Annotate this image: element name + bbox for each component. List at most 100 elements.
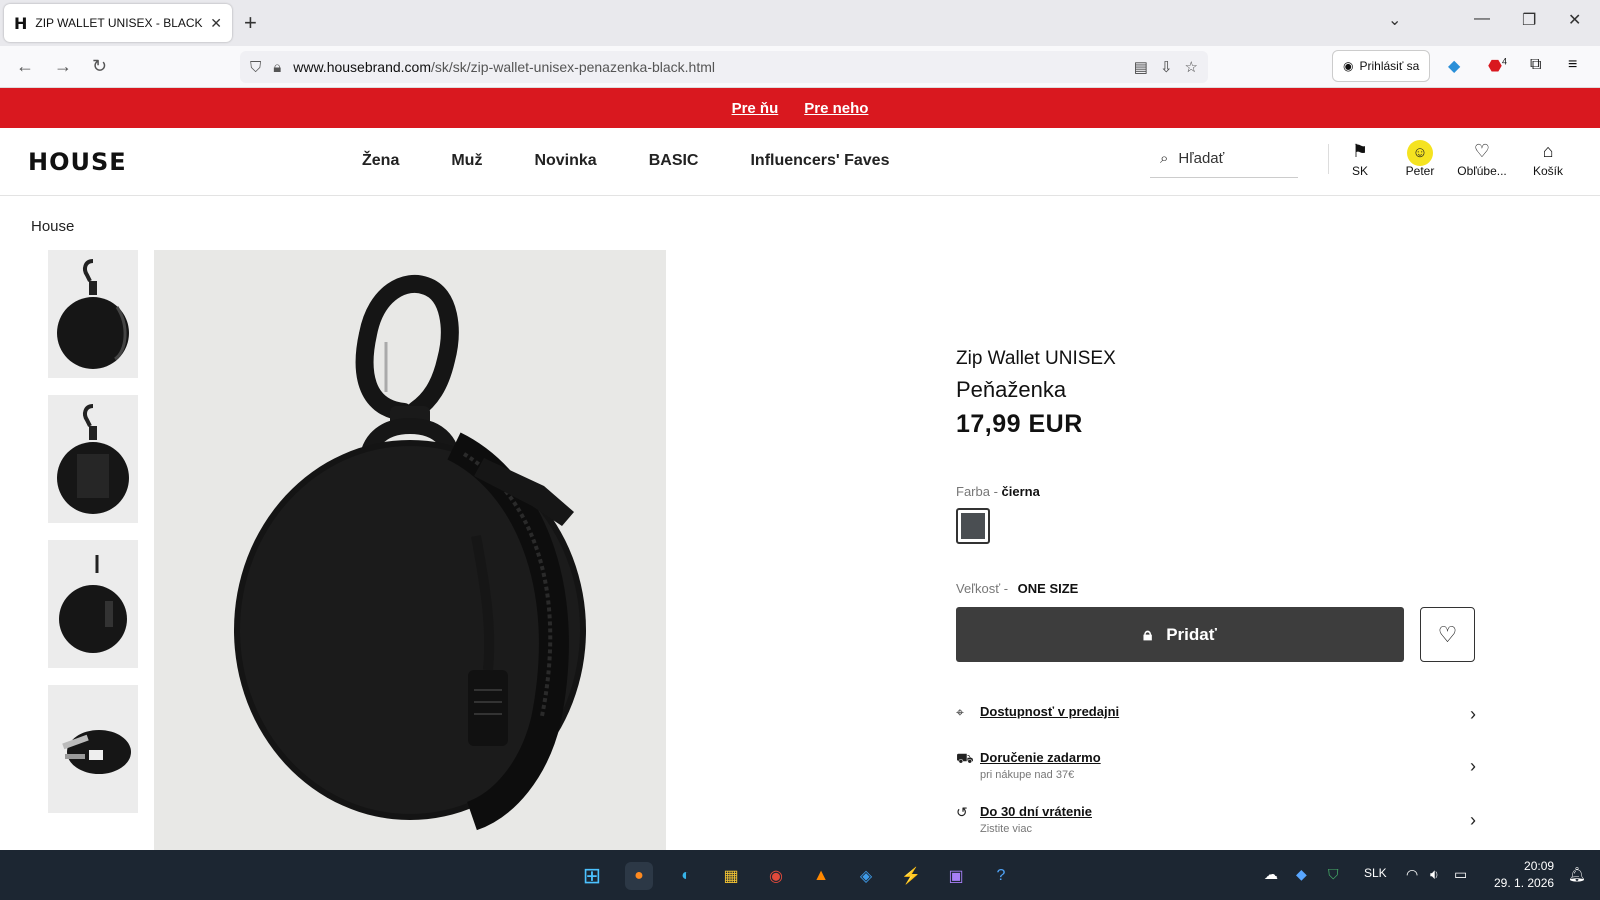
wifi-icon[interactable]: ◠	[1406, 866, 1418, 883]
app-yellow-icon[interactable]: ⚡	[897, 862, 925, 890]
product-thumbnail[interactable]	[48, 395, 138, 523]
edge-icon[interactable]: ◐	[672, 862, 700, 890]
volume-icon[interactable]: 🔉︎	[1430, 866, 1439, 883]
address-bar[interactable]: ⛉ 🔒︎ www.housebrand.com/sk/sk/zip-wallet…	[240, 51, 1208, 83]
site-logo[interactable]: HOUSE	[28, 148, 127, 176]
shopping-bag-icon: 🔒︎	[1143, 624, 1153, 644]
windows-taskbar: ⊞ ● ◐ ▦ ◉ ▲ ◈ ⚡ ▣ ? ☁ ◆ ⛉ SLK ◠ 🔉︎ ▭ 20:…	[0, 850, 1600, 900]
firefox-icon[interactable]: ●	[625, 862, 653, 890]
size-label: Veľkosť - ONE SIZE	[956, 581, 1078, 596]
forward-button[interactable]: →	[54, 56, 72, 77]
free-delivery-link[interactable]: Doručenie zadarmo	[980, 750, 1470, 765]
save-to-pocket-icon[interactable]: ⇩	[1160, 58, 1173, 76]
product-thumbnail[interactable]	[48, 540, 138, 668]
heart-icon: ♡	[1473, 141, 1491, 161]
flag-icon: ⚑	[1351, 141, 1369, 161]
reload-button[interactable]: ↻	[92, 56, 107, 77]
bookmark-star-icon[interactable]: ☆	[1185, 58, 1198, 76]
signin-label: Prihlásiť sa	[1359, 59, 1420, 73]
free-delivery-note: pri nákupe nad 37€	[980, 769, 1075, 781]
security-shield-icon[interactable]: ⛉	[1328, 866, 1339, 883]
search-field[interactable]: ⌕ Hľadať	[1150, 140, 1298, 178]
nav-item-muz[interactable]: Muž	[451, 152, 482, 170]
close-tab-icon[interactable]: ✕	[210, 15, 222, 32]
nav-item-zena[interactable]: Žena	[362, 152, 399, 170]
taskbar-clock[interactable]: 20:09 29. 1. 2026	[1494, 858, 1554, 892]
close-window-button[interactable]: ✕	[1568, 10, 1581, 30]
app-help-icon[interactable]: ?	[987, 862, 1015, 890]
nav-item-novinka[interactable]: Novinka	[534, 152, 596, 170]
chevron-right-icon[interactable]: ›	[1470, 756, 1476, 777]
app-red-icon[interactable]: ◉	[762, 862, 790, 890]
signin-button[interactable]: ◉ Prihlásiť sa	[1332, 50, 1431, 82]
returns-note: Zistite viac	[980, 823, 1032, 835]
main-product-image[interactable]	[154, 250, 666, 850]
swatch-fill	[961, 513, 985, 539]
nav-item-influencers[interactable]: Influencers' Faves	[750, 152, 889, 170]
return-icon: ↺	[956, 804, 968, 820]
returns-row[interactable]: ↺ Do 30 dní vrátenie Zistite viac ›	[956, 804, 1476, 835]
reader-view-icon[interactable]: ▤	[1134, 58, 1148, 76]
chevron-right-icon[interactable]: ›	[1470, 810, 1476, 831]
tray-app-icon[interactable]: ◆	[1296, 866, 1307, 883]
language-selector[interactable]: ⚑ SK	[1330, 140, 1390, 178]
clock-date: 29. 1. 2026	[1494, 876, 1555, 890]
breadcrumb[interactable]: House	[31, 218, 74, 235]
user-label: Peter	[1405, 164, 1435, 178]
product-thumbnail[interactable]	[48, 685, 138, 813]
color-label: Farba - čierna	[956, 484, 1040, 499]
size-label-text: Veľkosť -	[956, 581, 1009, 596]
site-header: HOUSE Žena Muž Novinka BASIC Influencers…	[0, 128, 1600, 196]
lock-icon[interactable]: 🔒︎	[273, 59, 281, 76]
microsoft-store-icon[interactable]: ▦	[717, 862, 745, 890]
language-indicator[interactable]: SLK	[1364, 866, 1387, 880]
store-availability-row[interactable]: ⌖ Dostupnosť v predajni ›	[956, 704, 1476, 725]
wallet-main-image	[154, 250, 666, 850]
user-avatar-icon: ☺	[1407, 140, 1433, 166]
nav-item-basic[interactable]: BASIC	[649, 152, 699, 170]
site-favicon-icon: H	[14, 13, 28, 33]
app-purple-icon[interactable]: ▣	[942, 862, 970, 890]
cloud-icon[interactable]: ☁	[1264, 866, 1278, 883]
tab-list-chevron-icon[interactable]: ⌄	[1388, 10, 1401, 30]
new-tab-button[interactable]: +	[244, 10, 257, 36]
chevron-right-icon[interactable]: ›	[1470, 704, 1476, 725]
windows-start-icon[interactable]: ⊞	[578, 862, 606, 890]
add-to-favorites-button[interactable]: ♡	[1420, 607, 1475, 662]
product-thumbnail[interactable]	[48, 250, 138, 378]
free-delivery-row[interactable]: ⛟ Doručenie zadarmo pri nákupe nad 37€ ›	[956, 750, 1476, 781]
promo-link-women[interactable]: Pre ňu	[732, 100, 779, 117]
heart-icon: ♡	[1437, 621, 1458, 647]
shield-icon[interactable]: ⛉	[250, 59, 261, 76]
store-availability-link[interactable]: Dostupnosť v predajni	[980, 704, 1470, 719]
url-text[interactable]: www.housebrand.com/sk/sk/zip-wallet-unis…	[293, 59, 1122, 75]
color-label-text: Farba -	[956, 484, 998, 499]
add-to-cart-button[interactable]: 🔒︎ Pridať	[956, 607, 1404, 662]
promo-link-men[interactable]: Pre neho	[804, 100, 868, 117]
restore-button[interactable]: ❐	[1522, 10, 1536, 30]
notification-bell-icon[interactable]: 🔔︎	[1568, 866, 1586, 883]
main-nav: Žena Muž Novinka BASIC Influencers' Fave…	[362, 152, 889, 170]
add-to-cart-label: Pridať	[1166, 624, 1217, 644]
returns-link[interactable]: Do 30 dní vrátenie	[980, 804, 1470, 819]
app-blue-icon[interactable]: ◈	[852, 862, 880, 890]
search-placeholder: Hľadať	[1178, 150, 1225, 167]
color-swatch[interactable]	[956, 508, 990, 544]
minimize-button[interactable]: —	[1474, 10, 1490, 28]
header-divider	[1328, 144, 1329, 174]
favorites-button[interactable]: ♡ Obľúbe...	[1452, 140, 1512, 178]
cart-label: Košík	[1532, 164, 1563, 178]
battery-icon[interactable]: ▭	[1454, 866, 1467, 883]
wallet-thumb-side-image	[59, 555, 127, 653]
menu-hamburger-icon[interactable]: ≡	[1568, 56, 1577, 74]
extension-fox-icon[interactable]: ◆	[1448, 56, 1460, 76]
adblock-extension-icon[interactable]: ⬣4	[1488, 56, 1507, 76]
cart-button[interactable]: ⌂ Košík	[1518, 140, 1578, 178]
back-button[interactable]: ←	[16, 56, 34, 77]
browser-toolbar: ← → ↻ ⛉ 🔒︎ www.housebrand.com/sk/sk/zip-…	[0, 46, 1600, 88]
browser-tab[interactable]: H ZIP WALLET UNISEX - BLACK ✕	[4, 4, 232, 42]
clock-time: 20:09	[1524, 859, 1555, 873]
user-account-button[interactable]: ☺ Peter	[1390, 140, 1450, 178]
vlc-icon[interactable]: ▲	[807, 862, 835, 890]
extensions-puzzle-icon[interactable]: ⧉	[1530, 56, 1541, 74]
